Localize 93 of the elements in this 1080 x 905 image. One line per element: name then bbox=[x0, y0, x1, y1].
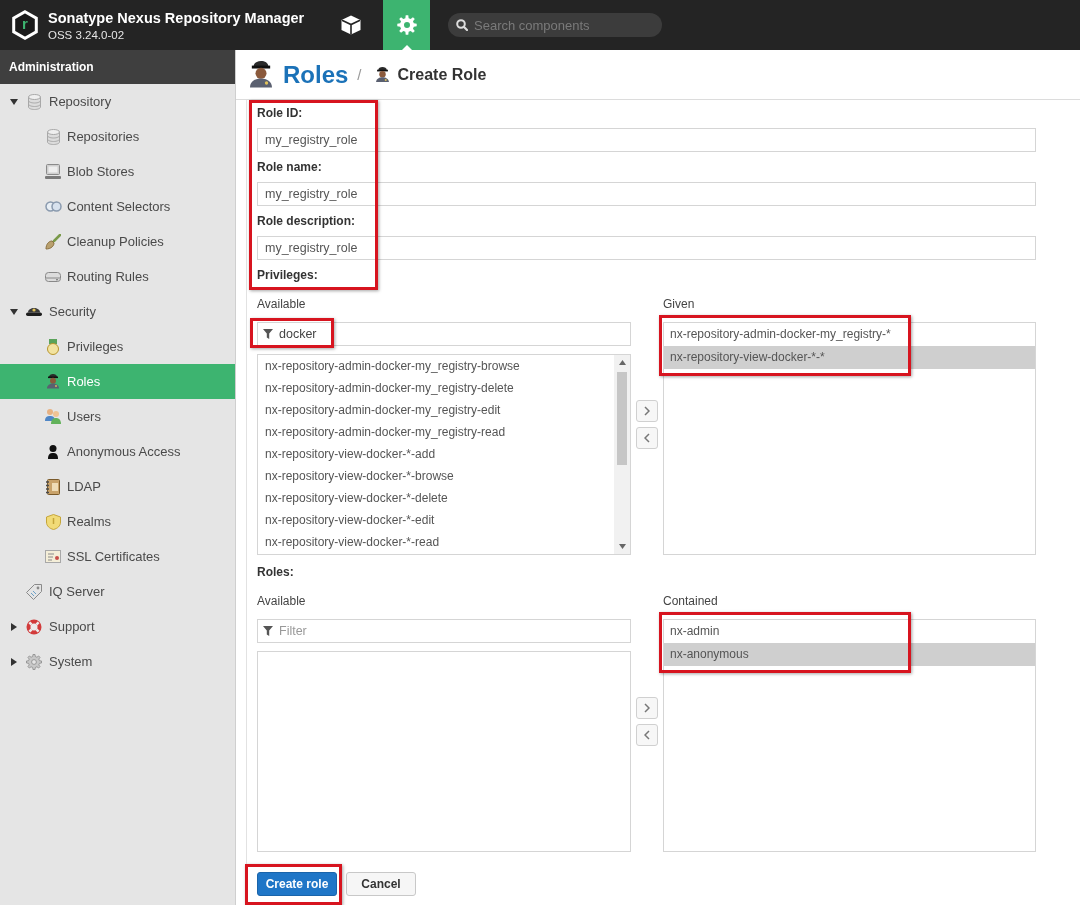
section-label: Roles: bbox=[257, 564, 294, 580]
rings-icon bbox=[44, 201, 62, 212]
book-icon bbox=[46, 478, 60, 495]
list-item[interactable]: nx-repository-admin-docker-my_registry-edit bbox=[258, 399, 614, 421]
nav-item[interactable]: Security bbox=[0, 294, 235, 329]
database-icon bbox=[27, 93, 41, 110]
medal-icon bbox=[47, 338, 59, 355]
gear-icon bbox=[26, 653, 42, 670]
officer-icon bbox=[47, 374, 59, 389]
nav-item[interactable]: Routing Rules bbox=[0, 259, 235, 294]
list-item[interactable]: nx-repository-view-docker-*-delete bbox=[258, 487, 614, 509]
column-label: Available bbox=[257, 593, 306, 609]
scrollbar-thumb[interactable] bbox=[617, 372, 627, 465]
nav-item[interactable]: Content Selectors bbox=[0, 189, 235, 224]
column-label: Given bbox=[663, 296, 695, 312]
nav-item[interactable]: SSL Certificates bbox=[0, 539, 235, 574]
text-field[interactable]: my_registry_role bbox=[257, 236, 1036, 260]
app-title: Sonatype Nexus Repository Manager bbox=[48, 9, 305, 26]
submit-button[interactable]: Create role bbox=[257, 872, 337, 896]
text-field[interactable]: my_registry_role bbox=[257, 128, 1036, 152]
settings-button[interactable] bbox=[383, 0, 430, 50]
chevron-right-icon bbox=[644, 703, 650, 713]
nav-item[interactable]: IQ Server bbox=[0, 574, 235, 609]
drive-icon bbox=[45, 271, 61, 282]
list-item[interactable]: nx-anonymous bbox=[664, 643, 1035, 666]
list-item[interactable]: nx-repository-admin-docker-my_registry-read bbox=[258, 421, 614, 443]
nav-item[interactable]: Anonymous Access bbox=[0, 434, 235, 469]
app-version: OSS 3.24.0-02 bbox=[48, 28, 125, 41]
cube-icon bbox=[340, 15, 361, 35]
lifebuoy-icon bbox=[26, 618, 42, 635]
users-icon bbox=[45, 409, 61, 424]
chevron-right-icon bbox=[644, 406, 650, 416]
officer-icon bbox=[375, 66, 389, 83]
filter-icon bbox=[263, 626, 273, 636]
tag-icon bbox=[26, 583, 42, 600]
move-right-button[interactable] bbox=[636, 400, 658, 422]
list-item[interactable]: nx-repository-view-docker-*-add bbox=[258, 443, 614, 465]
arrow-up-icon bbox=[618, 360, 626, 365]
list-item[interactable]: nx-repository-admin-docker-my_registry-* bbox=[664, 323, 1035, 346]
field-label: Role name: bbox=[257, 159, 322, 175]
logo: r bbox=[12, 10, 38, 40]
nav-item[interactable]: Support bbox=[0, 609, 235, 644]
list-box[interactable]: nx-admin nx-anonymous bbox=[663, 619, 1036, 852]
server-icon bbox=[45, 164, 61, 179]
page-title: Create Role bbox=[397, 65, 487, 84]
text-field[interactable]: my_registry_role bbox=[257, 182, 1036, 206]
list-item[interactable]: nx-admin bbox=[664, 620, 1035, 643]
nav-item[interactable]: System bbox=[0, 644, 235, 679]
move-left-button[interactable] bbox=[636, 724, 658, 746]
list-item[interactable]: nx-repository-admin-docker-my_registry-delete bbox=[258, 377, 614, 399]
person-icon bbox=[48, 444, 58, 459]
database-icon bbox=[46, 128, 60, 145]
chevron-left-icon bbox=[644, 433, 650, 443]
breadcrumb-link[interactable]: Roles bbox=[283, 60, 349, 89]
column-label: Available bbox=[257, 296, 306, 312]
list-box[interactable]: nx-repository-admin-docker-my_registry-* nx-repository-view-docker-*-* bbox=[663, 322, 1036, 555]
search-icon bbox=[456, 19, 468, 31]
cancel-button[interactable]: Cancel bbox=[346, 872, 416, 896]
list-item[interactable]: nx-repository-view-docker-*-read bbox=[258, 531, 614, 553]
scrollbar[interactable] bbox=[614, 355, 630, 554]
move-left-button[interactable] bbox=[636, 427, 658, 449]
nav-item[interactable]: Repository bbox=[0, 84, 235, 119]
nav-item[interactable]: Users bbox=[0, 399, 235, 434]
filter-icon bbox=[263, 329, 273, 339]
list-item[interactable]: nx-repository-view-docker-*-edit bbox=[258, 509, 614, 531]
list-item[interactable]: nx-repository-admin-docker-my_registry-browse bbox=[258, 355, 614, 377]
cap-icon bbox=[26, 307, 42, 316]
list-box[interactable] bbox=[257, 354, 631, 555]
gear-icon bbox=[396, 15, 417, 35]
filter-field[interactable]: Filter bbox=[257, 619, 631, 643]
officer-icon bbox=[250, 61, 272, 88]
column-label: Contained bbox=[663, 593, 718, 609]
list-item[interactable]: nx-repository-view-docker-*-browse bbox=[258, 465, 614, 487]
nav-item[interactable]: LDAP bbox=[0, 469, 235, 504]
search-field[interactable]: Search components bbox=[448, 13, 662, 37]
arrow-down-icon bbox=[618, 544, 626, 549]
nav-item[interactable]: Blob Stores bbox=[0, 154, 235, 189]
certificate-icon bbox=[45, 550, 61, 563]
breadcrumb-separator: / bbox=[357, 66, 362, 83]
shield-icon bbox=[45, 513, 61, 530]
chevron-left-icon bbox=[644, 730, 650, 740]
brush-icon bbox=[45, 233, 61, 250]
move-right-button[interactable] bbox=[636, 697, 658, 719]
field-label: Role description: bbox=[257, 213, 355, 229]
nav-item[interactable]: Privileges bbox=[0, 329, 235, 364]
nav-item[interactable]: Cleanup Policies bbox=[0, 224, 235, 259]
sidebar-header: Administration bbox=[0, 50, 235, 84]
filter-field[interactable]: docker bbox=[257, 322, 631, 346]
nav-item[interactable]: Realms bbox=[0, 504, 235, 539]
list-item[interactable]: nx-repository-view-docker-*-* bbox=[664, 346, 1035, 369]
field-label: Role ID: bbox=[257, 105, 303, 121]
nav-item[interactable]: Repositories bbox=[0, 119, 235, 154]
section-label: Privileges: bbox=[257, 267, 318, 283]
